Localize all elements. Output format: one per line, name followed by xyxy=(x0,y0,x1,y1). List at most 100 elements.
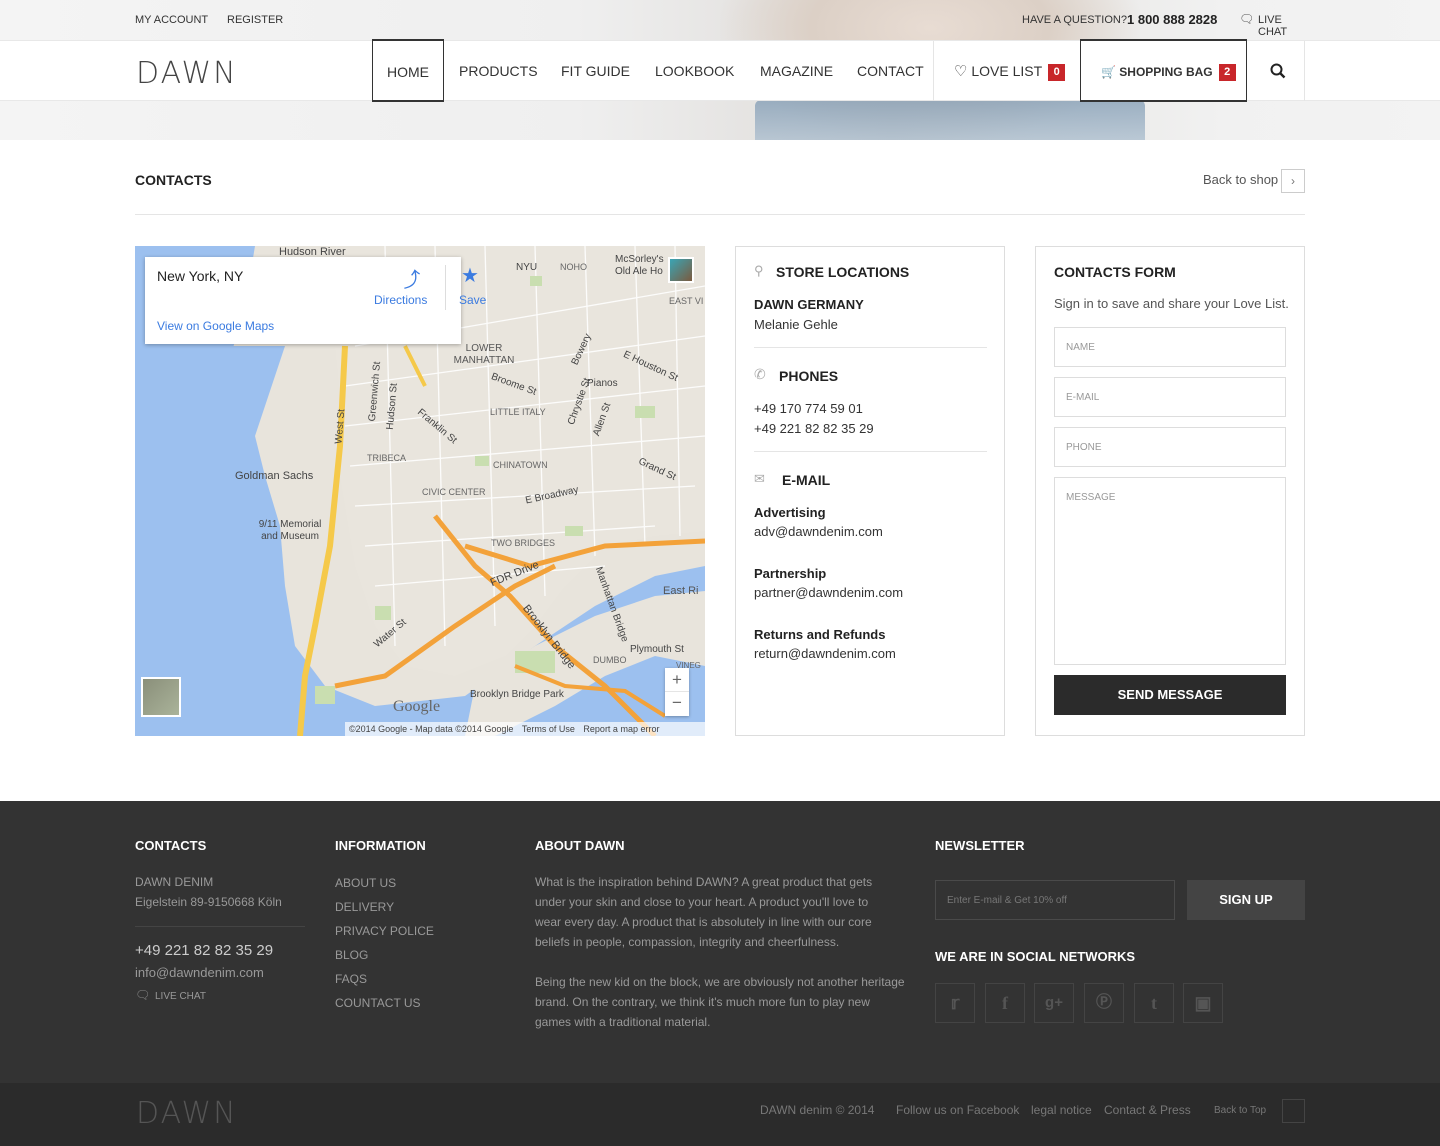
footer-logo[interactable]: DAWN xyxy=(136,1096,238,1131)
my-account-link[interactable]: MY ACCOUNT xyxy=(135,14,208,26)
email-address[interactable]: return@dawndenim.com xyxy=(754,646,896,661)
google-plus-icon[interactable]: g+ xyxy=(1034,983,1074,1023)
footer-live-chat-link[interactable]: LIVE CHAT xyxy=(155,991,206,1002)
map-info-window: New York, NY ⤴ Directions ★ Save View on… xyxy=(145,257,486,344)
nav-divider xyxy=(1304,41,1305,101)
copyright-text: DAWN denim © 2014 xyxy=(760,1103,875,1117)
footer: CONTACTS DAWN DENIM Eigelstein 89-915066… xyxy=(0,801,1440,1083)
bag-count-badge: 2 xyxy=(1218,64,1236,81)
footer-link[interactable]: ABOUT US xyxy=(335,876,396,890)
store-locations-card: ⚲ STORE LOCATIONS DAWN GERMANY Melanie G… xyxy=(735,246,1005,736)
chevron-right-icon[interactable]: › xyxy=(1281,169,1305,193)
nav-products[interactable]: PRODUCTS xyxy=(443,41,554,102)
support-phone[interactable]: 1 800 888 2828 xyxy=(1127,12,1217,27)
legal-notice-link[interactable]: legal notice xyxy=(1031,1103,1092,1117)
facebook-icon[interactable]: f xyxy=(985,983,1025,1023)
google-map[interactable]: Hudson River NYU NOHO McSorley's Old Ale… xyxy=(135,246,705,736)
facebook-link[interactable]: Follow us on Facebook xyxy=(896,1103,1019,1117)
name-field[interactable]: NAME xyxy=(1054,327,1286,367)
back-to-shop-link[interactable]: Back to shop xyxy=(1203,172,1278,187)
phone-field[interactable]: PHONE xyxy=(1054,427,1286,467)
envelope-icon: ✉ xyxy=(754,471,765,486)
twitter-icon[interactable]: 𝕣 xyxy=(935,983,975,1023)
view-on-google-maps-link[interactable]: View on Google Maps xyxy=(157,319,274,333)
footer-link[interactable]: BLOG xyxy=(335,948,368,962)
footer-about-text: What is the inspiration behind DAWN? A g… xyxy=(535,875,873,949)
email-title: E-MAIL xyxy=(782,472,831,488)
phone-number[interactable]: +49 170 774 59 01 xyxy=(754,401,863,416)
hero-jeans-image xyxy=(755,100,1145,140)
map-place-name: New York, NY xyxy=(157,268,244,284)
site-logo[interactable]: DAWN xyxy=(136,56,238,91)
footer-link[interactable]: FAQS xyxy=(335,972,367,986)
footer-link[interactable]: DELIVERY xyxy=(335,900,394,914)
nav-contact[interactable]: CONTACT xyxy=(841,41,940,102)
nav-lookbook[interactable]: LOOKBOOK xyxy=(639,41,750,102)
phone-icon: ✆ xyxy=(754,366,766,382)
newsletter-email-input[interactable]: Enter E-mail & Get 10% off xyxy=(935,880,1175,920)
email-category: Partnership xyxy=(754,566,827,581)
footer-information-title: INFORMATION xyxy=(335,838,426,853)
phone-number[interactable]: +49 221 82 82 35 29 xyxy=(754,421,874,436)
question-label: HAVE A QUESTION? xyxy=(1022,14,1127,26)
divider xyxy=(754,451,987,452)
map-label: McSorley's Old Ale Ho xyxy=(615,254,664,277)
register-link[interactable]: REGISTER xyxy=(227,14,283,26)
satellite-thumbnail[interactable] xyxy=(141,677,181,717)
zoom-in-icon[interactable]: + xyxy=(665,668,689,692)
message-field[interactable]: MESSAGE xyxy=(1054,477,1286,665)
contact-form: CONTACTS FORM Sign in to save and share … xyxy=(1035,246,1305,736)
search-button[interactable] xyxy=(1252,41,1304,102)
map-terms-link[interactable]: Terms of Use xyxy=(522,724,575,734)
nav-shopping-bag[interactable]: 🛒 SHOPPING BAG 2 xyxy=(1080,39,1247,102)
footer-contacts-title: CONTACTS xyxy=(135,838,207,853)
email-address[interactable]: partner@dawndenim.com xyxy=(754,585,903,600)
footer-about-title: ABOUT DAWN xyxy=(535,838,625,853)
footer-link[interactable]: PRIVACY POLICE xyxy=(335,924,434,938)
contact-form-subtitle: Sign in to save and share your Love List… xyxy=(1054,296,1289,311)
send-message-button[interactable]: SEND MESSAGE xyxy=(1054,675,1286,715)
page-title: CONTACTS xyxy=(135,172,212,188)
save-link[interactable]: Save xyxy=(459,293,486,307)
email-field[interactable]: E-MAIL xyxy=(1054,377,1286,417)
chat-bubble-icon: 🗨 xyxy=(135,988,151,1002)
nav-love-list[interactable]: ♡ LOVE LIST 0 xyxy=(938,41,1081,102)
divider xyxy=(445,265,446,310)
map-report-link[interactable]: Report a map error xyxy=(583,724,659,734)
footer-newsletter-title: NEWSLETTER xyxy=(935,838,1025,853)
chat-bubble-icon: 🗨 xyxy=(1239,12,1255,26)
sign-up-button[interactable]: SIGN UP xyxy=(1187,880,1305,920)
avatar[interactable] xyxy=(668,257,694,283)
star-icon[interactable]: ★ xyxy=(461,263,479,288)
email-address[interactable]: adv@dawndenim.com xyxy=(754,524,883,539)
pinterest-icon[interactable]: Ⓟ xyxy=(1084,983,1124,1023)
footer-email[interactable]: info@dawndenim.com xyxy=(135,963,264,983)
map-label: Plymouth St xyxy=(630,644,684,655)
footer-about-text: Being the new kid on the block, we are o… xyxy=(535,975,905,1029)
footer-link[interactable]: COUNTACT US xyxy=(335,996,421,1010)
map-label: DUMBO xyxy=(593,655,627,665)
map-label: NYU xyxy=(516,262,538,273)
divider xyxy=(135,214,1305,215)
shopping-bag-label: SHOPPING BAG xyxy=(1119,65,1213,79)
live-chat-link[interactable]: LIVE CHAT xyxy=(1258,14,1305,38)
chevron-up-icon[interactable] xyxy=(1282,1099,1305,1123)
map-label: East Ri xyxy=(663,585,699,597)
zoom-out-icon[interactable]: − xyxy=(665,692,689,716)
directions-icon[interactable]: ⤴ xyxy=(400,264,423,294)
nav-home[interactable]: HOME xyxy=(372,39,444,102)
tumblr-icon[interactable]: t xyxy=(1134,983,1174,1023)
directions-link[interactable]: Directions xyxy=(374,293,427,307)
social-networks-title: WE ARE IN SOCIAL NETWORKS xyxy=(935,949,1136,964)
google-logo: Google xyxy=(393,698,441,715)
footer-phone[interactable]: +49 221 82 82 35 29 xyxy=(135,941,273,961)
phones-title: PHONES xyxy=(779,368,839,384)
instagram-icon[interactable]: ▣ xyxy=(1183,983,1223,1023)
back-to-top-link[interactable]: Back to Top xyxy=(1214,1105,1266,1116)
nav-fit-guide[interactable]: FIT GUIDE xyxy=(545,41,646,102)
map-label: CIVIC CENTER xyxy=(422,487,486,497)
nav-magazine[interactable]: MAGAZINE xyxy=(744,41,849,102)
contact-press-link[interactable]: Contact & Press xyxy=(1104,1103,1191,1117)
heart-icon: ♡ xyxy=(954,63,968,80)
main-navigation: DAWN HOME PRODUCTS FIT GUIDE LOOKBOOK MA… xyxy=(0,39,1440,102)
